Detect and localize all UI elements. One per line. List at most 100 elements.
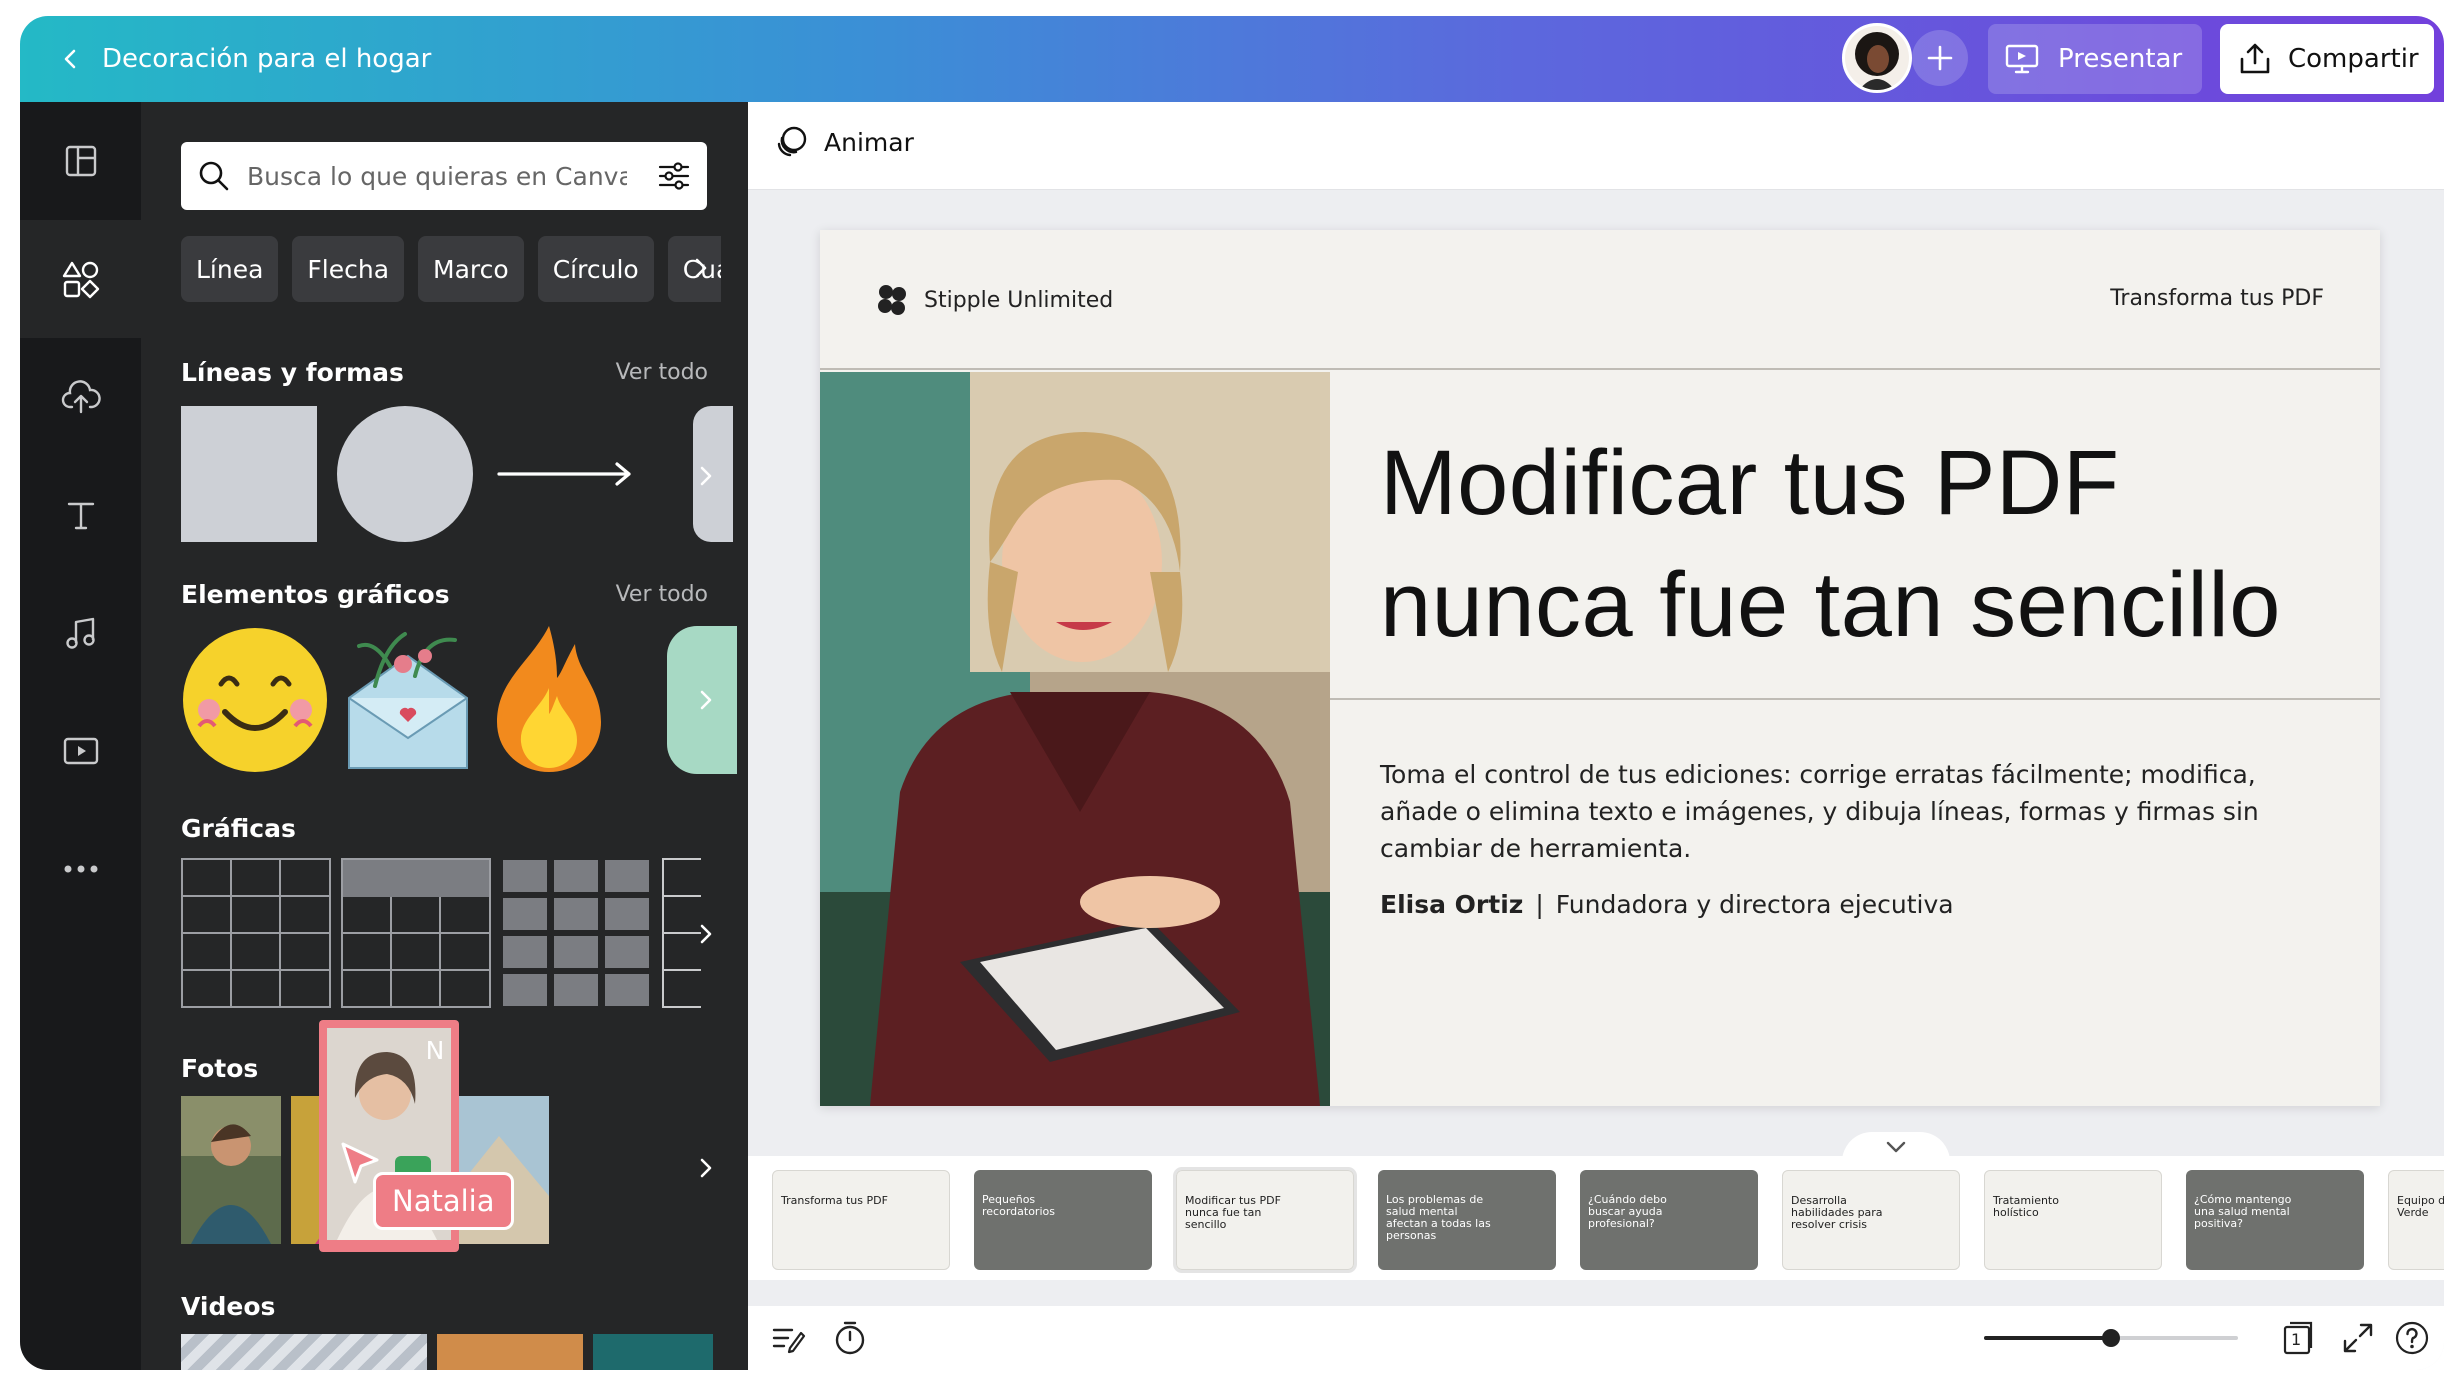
music-icon — [65, 617, 95, 649]
slide-headline[interactable]: Modificar tus PDF nunca fue tan sencillo — [1380, 422, 2340, 666]
editor-area: Animar Stipple Unlimited Transforma tus … — [748, 102, 2444, 1370]
search-input[interactable] — [247, 161, 627, 191]
page-thumbnail[interactable]: Tratamiento holístico — [1984, 1170, 2162, 1270]
page-thumbnail-title: Transforma tus PDF — [781, 1194, 888, 1207]
page-count-button[interactable]: 1 — [2274, 1314, 2322, 1362]
chevron-right-icon — [700, 466, 712, 486]
page-thumbnail[interactable]: ¿Cómo mantengo una salud mental positiva… — [2186, 1170, 2364, 1270]
page-count: 1 — [2291, 1330, 2302, 1349]
chevron-right-icon — [700, 1158, 712, 1178]
photos-next-button[interactable] — [689, 1148, 723, 1188]
animate-button[interactable]: Animar — [774, 124, 914, 160]
video-thumbnail-1[interactable] — [181, 1334, 427, 1370]
plus-icon — [1927, 45, 1953, 71]
notes-button[interactable] — [764, 1314, 812, 1362]
fire-graphic[interactable] — [491, 622, 607, 776]
page-thumbnail[interactable]: Transforma tus PDF — [772, 1170, 950, 1270]
cloud-upload-icon — [61, 380, 101, 414]
video-icon — [63, 737, 98, 765]
table-chart-3[interactable] — [501, 858, 651, 1008]
animate-label: Animar — [824, 127, 914, 157]
smiley-graphic[interactable] — [181, 626, 329, 774]
chips-next-button[interactable] — [687, 246, 715, 290]
rail-item-uploads[interactable] — [20, 338, 141, 456]
circle-shape[interactable] — [337, 406, 473, 542]
share-icon — [2240, 43, 2270, 74]
envelope-graphic[interactable] — [345, 626, 471, 774]
slide-canvas[interactable]: Stipple Unlimited Transforma tus PDF Mod… — [820, 230, 2380, 1106]
chevron-right-icon — [700, 690, 712, 710]
chip-marco[interactable]: Marco — [418, 236, 524, 302]
timer-icon — [835, 1321, 865, 1355]
slide-byline[interactable]: Elisa Ortiz | Fundadora y directora ejec… — [1380, 890, 1954, 919]
fullscreen-button[interactable] — [2334, 1314, 2382, 1362]
timer-button[interactable] — [826, 1314, 874, 1362]
chip-flecha[interactable]: Flecha — [292, 236, 405, 302]
zoom-slider[interactable] — [1984, 1329, 2238, 1347]
more-icon — [64, 865, 97, 873]
table-chart-1[interactable] — [181, 858, 331, 1008]
page-thumbnail-title: Modificar tus PDF nunca fue tan sencillo — [1185, 1194, 1281, 1231]
section-title-lines-shapes: Líneas y formas — [181, 358, 404, 387]
headline-line-1: Modificar tus PDF — [1380, 432, 2120, 534]
page-thumbnail[interactable]: Pequeños recordatorios — [974, 1170, 1152, 1270]
slide-tagline[interactable]: Transforma tus PDF — [2110, 286, 2324, 311]
section-title-videos: Videos — [181, 1292, 276, 1321]
canva-editor: Decoración para el hogar Presentar Compa… — [20, 16, 2444, 1370]
arrow-line-shape[interactable] — [495, 460, 635, 488]
document-title[interactable]: Decoración para el hogar — [102, 40, 431, 78]
graphics-next-button[interactable] — [689, 680, 723, 720]
collaborator-name-tag: Natalia — [373, 1172, 514, 1230]
author-role: Fundadora y directora ejecutiva — [1555, 890, 1954, 919]
lines-shapes-next-button[interactable] — [689, 456, 723, 496]
filter-icon[interactable] — [657, 159, 691, 193]
page-thumbnail[interactable]: Los problemas de salud mental afectan a … — [1378, 1170, 1556, 1270]
animate-icon — [777, 126, 807, 157]
rail-item-audio[interactable] — [20, 574, 141, 692]
see-all-graphics[interactable]: Ver todo — [616, 582, 708, 607]
slide-header: Stipple Unlimited Transforma tus PDF — [820, 230, 2380, 370]
avatar[interactable] — [1842, 23, 1912, 93]
square-shape[interactable] — [181, 406, 317, 542]
page-thumbnail[interactable]: Desarrolla habilidades para resolver cri… — [1782, 1170, 1960, 1270]
chip-linea[interactable]: Línea — [181, 236, 279, 302]
page-thumbnail[interactable]: Modificar tus PDF nunca fue tan sencillo — [1173, 1167, 1357, 1273]
brand[interactable]: Stipple Unlimited — [874, 282, 1113, 318]
photo-thumbnail-1[interactable] — [181, 1096, 281, 1244]
rail-item-templates[interactable] — [20, 102, 141, 220]
zoom-slider-handle[interactable] — [2102, 1329, 2120, 1347]
rail-item-videos[interactable] — [20, 692, 141, 810]
brand-name: Stipple Unlimited — [924, 287, 1114, 313]
chevron-left-icon — [64, 49, 76, 69]
search-icon — [199, 161, 229, 191]
page-thumbnail[interactable]: Equipo de Vida Verde — [2388, 1170, 2444, 1270]
rail-item-elements[interactable] — [20, 220, 141, 338]
back-button[interactable] — [50, 38, 92, 80]
layout-icon — [65, 145, 96, 177]
video-thumbnail-2[interactable] — [437, 1334, 583, 1370]
zoom-slider-fill — [1984, 1336, 2111, 1340]
page-thumbnail[interactable]: ¿Cuándo debo buscar ayuda profesional? — [1580, 1170, 1758, 1270]
page-thumbnail-title: Equipo de Vida Verde — [2397, 1194, 2444, 1219]
help-button[interactable] — [2388, 1314, 2436, 1362]
table-chart-2[interactable] — [341, 858, 491, 1008]
bottom-toolbar: 1 — [748, 1306, 2444, 1370]
rail-item-text[interactable] — [20, 456, 141, 574]
present-button[interactable]: Presentar — [1988, 24, 2202, 94]
add-collaborator-button[interactable] — [1912, 30, 1968, 86]
slide-photo-woman-tablet[interactable] — [820, 372, 1330, 1106]
share-button[interactable]: Compartir — [2220, 24, 2434, 94]
chip-circulo[interactable]: Círculo — [537, 236, 654, 302]
suggestion-chips: Línea Flecha Marco Círculo Cua — [181, 236, 721, 302]
charts-next-button[interactable] — [689, 914, 723, 954]
slide-body-text[interactable]: Toma el control de tus ediciones: corrig… — [1380, 756, 2310, 867]
rail-item-more[interactable] — [20, 810, 141, 928]
page-thumbnail-title: Los problemas de salud mental afectan a … — [1386, 1193, 1491, 1242]
see-all-lines-shapes[interactable]: Ver todo — [616, 360, 708, 385]
present-label: Presentar — [2058, 44, 2183, 74]
text-icon — [67, 502, 94, 530]
search-box[interactable] — [181, 142, 707, 210]
video-thumbnail-3[interactable] — [593, 1334, 713, 1370]
page-thumbnail-title: Tratamiento holístico — [1993, 1194, 2059, 1219]
top-bar: Decoración para el hogar Presentar Compa… — [20, 16, 2444, 102]
